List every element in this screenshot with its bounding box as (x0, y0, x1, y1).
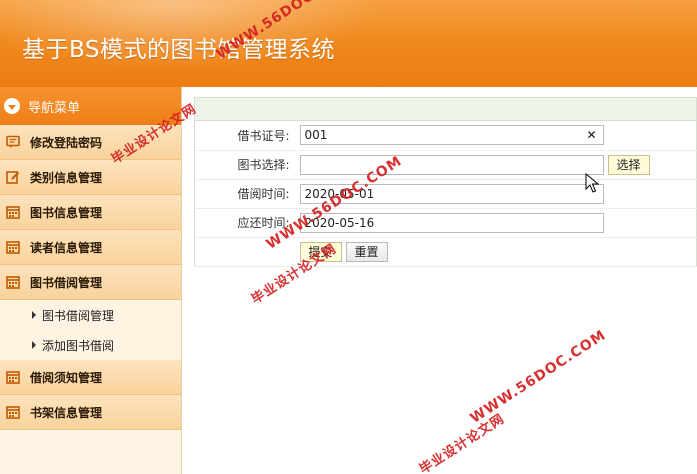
book-select-label: 图书选择: (194, 150, 300, 180)
chevron-down-icon (4, 98, 20, 114)
sidebar: 导航菜单 修改登陆密码 类别信息管理 图书信息管理 读者信息管理 图书借阅管理 … (0, 87, 182, 474)
calendar-icon (6, 276, 20, 289)
book-select-input[interactable] (299, 154, 604, 175)
nav-header[interactable]: 导航菜单 (0, 87, 181, 125)
comment-icon (6, 135, 20, 148)
calendar-icon (6, 241, 20, 254)
sidebar-item-borrowing[interactable]: 图书借阅管理 (0, 265, 181, 300)
card-no-label: 借书证号: (194, 121, 300, 151)
sidebar-item-label: 书架信息管理 (30, 405, 103, 420)
calendar-icon (6, 406, 20, 419)
app-header: 基于BS模式的图书馆管理系统 (0, 0, 697, 87)
sidebar-subitem-borrow-manage[interactable]: 图书借阅管理 (0, 300, 181, 330)
form-row-return-time: 应还时间: 2020-05-16 (194, 208, 697, 238)
card-no-value: 001 (304, 128, 328, 143)
nav-header-label: 导航菜单 (28, 100, 81, 116)
return-time-input[interactable]: 2020-05-16 (299, 212, 604, 233)
borrow-time-label: 借阅时间: (194, 179, 300, 209)
card-no-input[interactable]: 001 ✕ (299, 125, 604, 146)
app-title: 基于BS模式的图书馆管理系统 (22, 37, 335, 63)
watermark-url: WWW.56DOC.COM (467, 327, 610, 427)
form-row-book-select: 图书选择: 选择 (194, 150, 697, 180)
form-row-card-no: 借书证号: 001 ✕ (194, 121, 697, 151)
select-book-button[interactable]: 选择 (607, 154, 650, 175)
form-panel-header (194, 97, 697, 121)
sidebar-subitem-label: 图书借阅管理 (42, 308, 115, 323)
watermark-cn: 毕业设计论文网 (417, 411, 508, 474)
sidebar-item-label: 图书信息管理 (30, 205, 103, 220)
calendar-icon (6, 206, 20, 219)
sidebar-subitem-label: 添加图书借阅 (42, 338, 115, 353)
clear-icon[interactable]: ✕ (586, 128, 596, 142)
caret-right-icon (32, 341, 36, 349)
sidebar-item-notice[interactable]: 借阅须知管理 (0, 360, 181, 395)
sidebar-item-label: 借阅须知管理 (30, 370, 103, 385)
caret-right-icon (32, 311, 36, 319)
sidebar-item-readers[interactable]: 读者信息管理 (0, 230, 181, 265)
sidebar-item-category[interactable]: 类别信息管理 (0, 160, 181, 195)
sidebar-item-label: 图书借阅管理 (30, 275, 103, 290)
mouse-cursor-icon (585, 173, 599, 193)
calendar-icon (6, 371, 20, 384)
sidebar-item-label: 类别信息管理 (30, 170, 103, 185)
sidebar-item-books[interactable]: 图书信息管理 (0, 195, 181, 230)
sidebar-item-label: 读者信息管理 (30, 240, 103, 255)
reset-button[interactable]: 重置 (345, 241, 388, 262)
sidebar-subitem-add-borrow[interactable]: 添加图书借阅 (0, 330, 181, 360)
form-row-borrow-time: 借阅时间: 2020-05-01 (194, 179, 697, 209)
edit-icon (6, 171, 20, 184)
sidebar-item-label: 修改登陆密码 (30, 135, 103, 150)
sidebar-item-shelves[interactable]: 书架信息管理 (0, 395, 181, 430)
